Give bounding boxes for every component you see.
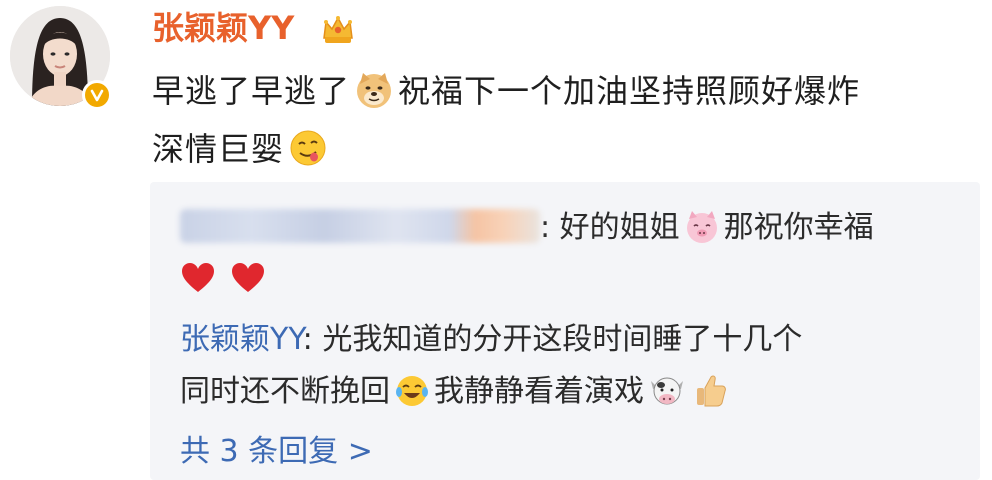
reply-1-author-blurred[interactable] [180, 209, 540, 243]
post-line-1: 早逃了早逃了 祝福下一个加油坚持照顾好爆炸 [152, 62, 987, 120]
doge-icon [357, 73, 392, 108]
post-text-segment: 祝福下一个加油坚持照顾好爆炸 [398, 72, 861, 110]
tongue-face-icon [290, 130, 326, 166]
reply-text: : 好的姐姐 [540, 210, 680, 245]
reply-2-line-1: 张颖颖YY: 光我知道的分开这段时间睡了十几个 [180, 314, 802, 366]
reply-2-author-link[interactable]: 张颖颖YY [180, 322, 303, 357]
reply-2-line-2: 同时还不断挽回 我静静看着演戏 [180, 366, 732, 418]
pig-face-icon [686, 211, 717, 243]
reply-text: 那祝你幸福 [723, 210, 874, 245]
username-link[interactable]: 张颖颖YY [152, 6, 294, 50]
crown-icon [323, 16, 353, 43]
cow-face-icon [651, 377, 683, 405]
thumbs-up-icon [697, 375, 726, 407]
view-more-replies-link[interactable]: 共 3 条回复 > [180, 430, 373, 474]
reply-1-line-2 [180, 254, 266, 306]
reply-text: 同时还不断挽回 [180, 374, 390, 409]
post-line-2: 深情巨婴 [152, 120, 987, 178]
reply-text: 我静静看着演戏 [434, 374, 644, 409]
post-text-segment: 早逃了早逃了 [152, 72, 351, 110]
heart-icon [231, 263, 264, 292]
verified-badge-icon [82, 80, 112, 110]
post-text: 早逃了早逃了 祝福下一个加油坚持照顾好爆炸 深情巨婴 [152, 62, 987, 178]
post-text-segment: 深情巨婴 [152, 130, 285, 168]
tears-of-joy-icon [396, 376, 428, 406]
reply-thread: : 好的姐姐 那祝你幸福 张颖颖YY: 光我知道的分开这段时间睡了十几个 同时还… [150, 182, 980, 480]
heart-icon [182, 263, 214, 292]
reply-1-line-1: : 好的姐姐 那祝你幸福 [180, 202, 874, 254]
reply-text: : 光我知道的分开这段时间睡了十几个 [302, 322, 803, 357]
